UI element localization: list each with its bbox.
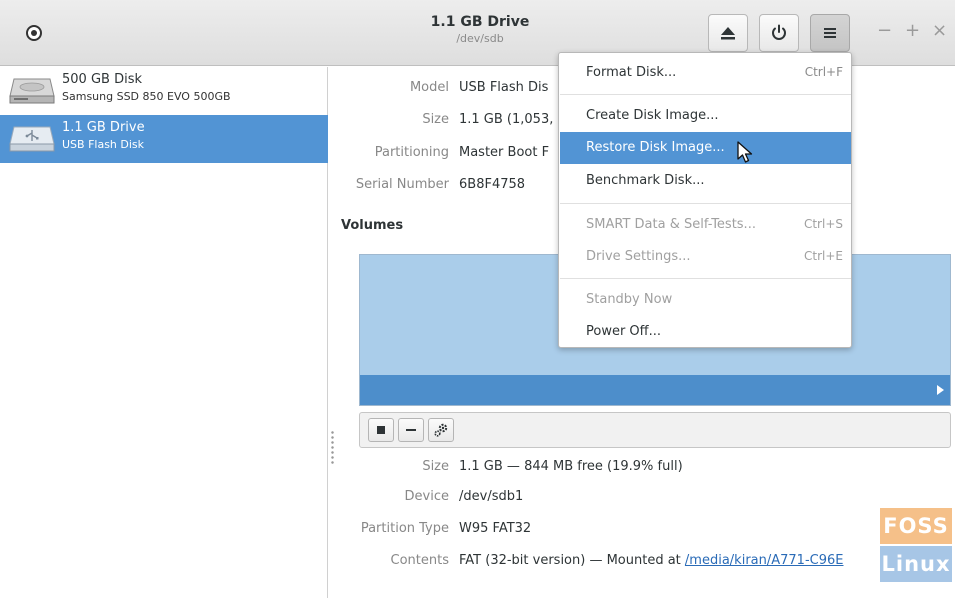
- menu-item-create-disk-image[interactable]: Create Disk Image...: [560, 100, 851, 132]
- sidebar-item-1gb-drive[interactable]: 1.1 GB Drive USB Flash Disk: [0, 115, 328, 163]
- partition-type-value: W95 FAT32: [459, 521, 532, 536]
- partitioning-label: Partitioning: [374, 145, 449, 160]
- drive-menu-button[interactable]: [810, 14, 850, 52]
- menu-item-benchmark-disk[interactable]: Benchmark Disk...: [560, 165, 851, 197]
- size-label: Size: [422, 112, 449, 127]
- watermark-top: FOSS: [880, 508, 952, 544]
- menu-item-shortcut: Ctrl+F: [804, 65, 843, 79]
- menu-item-label: SMART Data & Self-Tests...: [586, 217, 756, 232]
- partition-type-label: Partition Type: [360, 521, 449, 536]
- power-button[interactable]: [759, 14, 799, 52]
- sidebar-item-description: USB Flash Disk: [62, 138, 145, 151]
- mount-point-link[interactable]: /media/kiran/A771-C96E: [685, 553, 844, 568]
- contents-text: FAT (32-bit version) — Mounted at: [459, 553, 685, 568]
- serial-number-value: 6B8F4758: [459, 177, 526, 192]
- menu-item-shortcut: Ctrl+E: [804, 249, 843, 263]
- window-subtitle: /dev/sdb: [456, 32, 504, 45]
- sidebar-item-500gb-disk[interactable]: 500 GB Disk Samsung SSD 850 EVO 500GB: [0, 67, 328, 115]
- menu-item-label: Standby Now: [586, 292, 673, 307]
- sidebar-item-description: Samsung SSD 850 EVO 500GB: [62, 90, 231, 103]
- fosslinux-watermark: FOSS Linux: [880, 508, 952, 584]
- size-value: 1.1 GB (1,053,: [459, 112, 554, 127]
- contents-label: Contents: [390, 553, 449, 568]
- menu-item-shortcut: Ctrl+S: [803, 217, 843, 231]
- volume-size-value: 1.1 GB — 844 MB free (19.9% full): [459, 459, 683, 474]
- maximize-button[interactable]: +: [905, 20, 920, 41]
- device-label: Device: [404, 489, 449, 504]
- volume-toolbar: [359, 412, 951, 448]
- menu-item-label: Power Off...: [586, 324, 662, 339]
- partitioning-value: Master Boot F: [459, 145, 550, 160]
- hamburger-icon: [824, 28, 836, 38]
- volumes-heading: Volumes: [341, 218, 404, 233]
- stop-icon: [377, 426, 385, 434]
- partition-options-button[interactable]: [428, 418, 454, 442]
- model-value: USB Flash Dis: [459, 80, 549, 95]
- eject-icon: [721, 27, 735, 40]
- menu-item-label: Benchmark Disk...: [586, 173, 705, 188]
- gears-icon: [434, 423, 448, 437]
- menu-item-restore-disk-image[interactable]: Restore Disk Image...: [560, 132, 851, 164]
- menu-item-label: Restore Disk Image...: [586, 140, 725, 155]
- menu-item-smart-data: SMART Data & Self-Tests... Ctrl+S: [560, 209, 851, 241]
- volume-partition-bar[interactable]: [360, 375, 950, 405]
- sidebar-item-name: 1.1 GB Drive: [62, 120, 145, 135]
- volume-size-label: Size: [422, 459, 449, 474]
- delete-partition-button[interactable]: [398, 418, 424, 442]
- menu-separator: [560, 94, 851, 95]
- scroll-right-icon[interactable]: [937, 385, 944, 395]
- mouse-pointer-icon: [737, 141, 753, 163]
- minimize-button[interactable]: −: [877, 20, 892, 41]
- close-button[interactable]: ×: [932, 20, 947, 41]
- power-icon: [772, 24, 786, 40]
- menu-item-drive-settings: Drive Settings... Ctrl+E: [560, 241, 851, 273]
- menu-separator: [560, 278, 851, 279]
- menu-item-label: Drive Settings...: [586, 249, 691, 264]
- sidebar-item-name: 500 GB Disk: [62, 72, 142, 87]
- device-value: /dev/sdb1: [459, 489, 524, 504]
- drive-sidebar: 500 GB Disk Samsung SSD 850 EVO 500GB 1.…: [0, 67, 328, 598]
- eject-button[interactable]: [708, 14, 748, 52]
- unmount-button[interactable]: [368, 418, 394, 442]
- hard-disk-icon: [9, 78, 55, 104]
- drive-options-menu: Format Disk... Ctrl+F Create Disk Image.…: [558, 52, 852, 348]
- serial-number-label: Serial Number: [355, 177, 449, 192]
- menu-item-label: Format Disk...: [586, 65, 677, 80]
- menu-item-label: Create Disk Image...: [586, 108, 719, 123]
- window-title: 1.1 GB Drive: [430, 14, 530, 30]
- menu-item-power-off[interactable]: Power Off...: [560, 316, 851, 348]
- menu-item-format-disk[interactable]: Format Disk... Ctrl+F: [560, 57, 851, 89]
- watermark-bottom: Linux: [880, 546, 952, 582]
- contents-value: FAT (32-bit version) — Mounted at /media…: [459, 553, 843, 568]
- window-title-block: 1.1 GB Drive /dev/sdb: [380, 14, 580, 45]
- minus-icon: [406, 429, 416, 431]
- pane-resize-handle[interactable]: [331, 430, 334, 466]
- menu-separator: [560, 203, 851, 204]
- disk-app-icon[interactable]: [26, 25, 42, 41]
- menu-item-standby-now: Standby Now: [560, 284, 851, 316]
- model-label: Model: [409, 80, 449, 95]
- usb-drive-icon: [9, 126, 55, 152]
